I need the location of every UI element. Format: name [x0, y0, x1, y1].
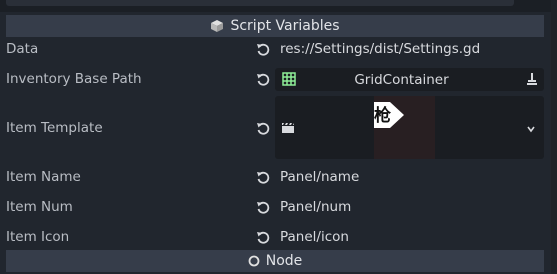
cube-icon	[210, 19, 224, 33]
revert-icon[interactable]	[255, 120, 271, 136]
revert-icon[interactable]	[255, 41, 271, 57]
revert-icon[interactable]	[255, 199, 271, 215]
property-label: Item Name	[6, 169, 81, 185]
node-section-title: Node	[265, 253, 303, 269]
node-path-value: GridContainer	[354, 71, 449, 88]
property-label: Data	[6, 41, 39, 57]
previous-section-strip	[0, 0, 557, 12]
property-label: Item Num	[6, 199, 73, 215]
revert-icon[interactable]	[255, 169, 271, 185]
property-item-num: Item Num Panel/num	[0, 194, 551, 220]
packed-scene-picker[interactable]: 枪	[275, 96, 544, 159]
node-path-field[interactable]: GridContainer	[275, 68, 544, 91]
property-label: Item Icon	[6, 229, 70, 245]
chevron-down-icon[interactable]	[526, 122, 536, 138]
inspector-scrollbar[interactable]	[551, 0, 557, 274]
property-label: Item Template	[6, 119, 103, 136]
scene-thumbnail: 枪	[374, 96, 435, 159]
circle-icon	[248, 255, 260, 267]
property-data: Data res://Settings/dist/Settings.gd	[0, 36, 551, 62]
data-script-path[interactable]: res://Settings/dist/Settings.gd	[280, 41, 480, 57]
revert-icon[interactable]	[255, 71, 271, 87]
node-section-header[interactable]: Node	[6, 250, 544, 272]
item-icon-field[interactable]: Panel/icon	[280, 229, 349, 245]
revert-icon[interactable]	[255, 229, 271, 245]
clapperboard-icon	[281, 122, 295, 138]
script-variables-title: Script Variables	[230, 18, 340, 34]
thumbnail-glyph: 枪	[374, 105, 391, 126]
property-label: Inventory Base Path	[6, 71, 142, 87]
script-variables-header[interactable]: Script Variables	[6, 15, 544, 37]
thumbnail-badge: 枪	[374, 102, 404, 128]
previous-section-bar	[6, 0, 514, 6]
item-num-field[interactable]: Panel/num	[280, 199, 351, 215]
property-item-name: Item Name Panel/name	[0, 164, 551, 190]
item-name-field[interactable]: Panel/name	[280, 169, 359, 185]
property-item-icon: Item Icon Panel/icon	[0, 224, 551, 250]
brush-icon[interactable]	[526, 72, 538, 90]
